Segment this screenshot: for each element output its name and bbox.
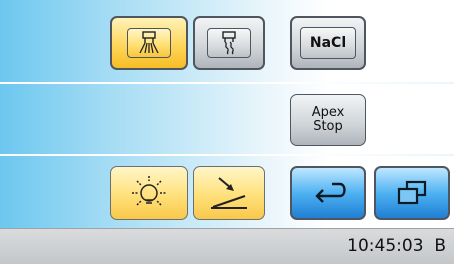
apex-stop-line1: Apex <box>311 105 345 120</box>
back-button[interactable] <box>290 166 366 220</box>
spray-wavy-icon <box>222 31 236 55</box>
nacl-label: NaCl <box>309 35 347 51</box>
divider-line <box>0 82 454 84</box>
apex-stop-label: Apex Stop <box>312 106 345 134</box>
windows-button[interactable] <box>374 166 450 220</box>
nacl-button[interactable]: NaCl <box>290 16 366 70</box>
spray-full-button[interactable] <box>110 16 188 70</box>
nacl-label-frame: NaCl <box>300 27 356 59</box>
spray-full-icon-frame <box>127 28 171 58</box>
status-bar: 10:45:03 B <box>0 228 454 264</box>
clock-suffix: B <box>434 236 446 256</box>
apex-stop-button[interactable]: Apex Stop <box>290 94 366 146</box>
spray-wavy-button[interactable] <box>193 16 265 70</box>
clock: 10:45:03 B <box>347 236 446 256</box>
return-arrow-icon <box>315 182 346 203</box>
slope-button[interactable] <box>193 166 265 220</box>
spray-full-icon <box>139 31 159 54</box>
spray-wavy-icon-frame <box>207 28 251 58</box>
slope-arrow-icon <box>211 177 247 209</box>
windows-icon <box>397 180 427 205</box>
light-bulb-icon <box>132 176 166 206</box>
control-panel: NaCl Apex Stop <box>0 0 454 228</box>
clock-time: 10:45:03 <box>347 236 424 256</box>
light-button[interactable] <box>110 166 188 220</box>
divider-line <box>0 154 454 156</box>
apex-stop-line2: Stop <box>313 119 343 134</box>
